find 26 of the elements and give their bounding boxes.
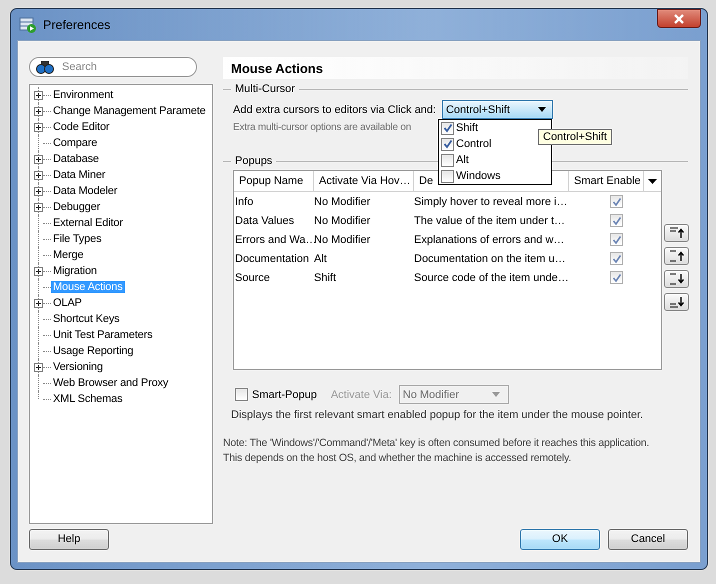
table-cell-text: No Modifier xyxy=(314,232,372,248)
window-title: Preferences xyxy=(43,18,110,32)
table-cell-text: No Modifier xyxy=(314,214,372,228)
table-cell-text: Info xyxy=(234,194,254,210)
field-label: Add extra cursors to editors via Click and: xyxy=(233,104,436,116)
table-cell-text: Errors and Wa… xyxy=(234,232,314,248)
table-cell-text: No Modifier xyxy=(314,194,372,210)
table-cell-text: The value of the item under t… xyxy=(414,214,566,228)
hint-text: Extra multi-cursor options are available on xyxy=(233,122,412,135)
table-cell-text: Source code of the item unde… xyxy=(414,270,569,286)
note-text: Note: The 'Windows'/'Command'/'Meta' key is often consumed before it reaches this application. xyxy=(223,436,650,451)
page-title: Mouse Actions xyxy=(231,60,323,76)
table-cell-text: Documentation xyxy=(234,252,310,266)
table-cell-text: Simply hover to reveal more i… xyxy=(414,194,568,210)
table-cell-text: Explanations of errors and w… xyxy=(414,232,566,248)
tooltip: Control+Shift xyxy=(538,129,612,145)
section-legend: Popups xyxy=(235,155,272,167)
description-text: Displays the first relevant smart enabled popup for the item under the mouse pointer. xyxy=(230,409,644,421)
note-text: This depends on the host OS, and whether the machine is accessed remotely. xyxy=(223,451,572,466)
table-cell-text: Shift xyxy=(314,270,338,286)
section-legend: Multi-Cursor xyxy=(235,83,295,95)
table-cell-text: Data Values xyxy=(234,214,296,228)
table-cell-text: Alt xyxy=(314,252,328,266)
table-cell-text: Source xyxy=(234,270,271,286)
table-cell-text: Documentation on the item u… xyxy=(414,252,567,266)
field-label: Activate Via: xyxy=(330,388,392,400)
